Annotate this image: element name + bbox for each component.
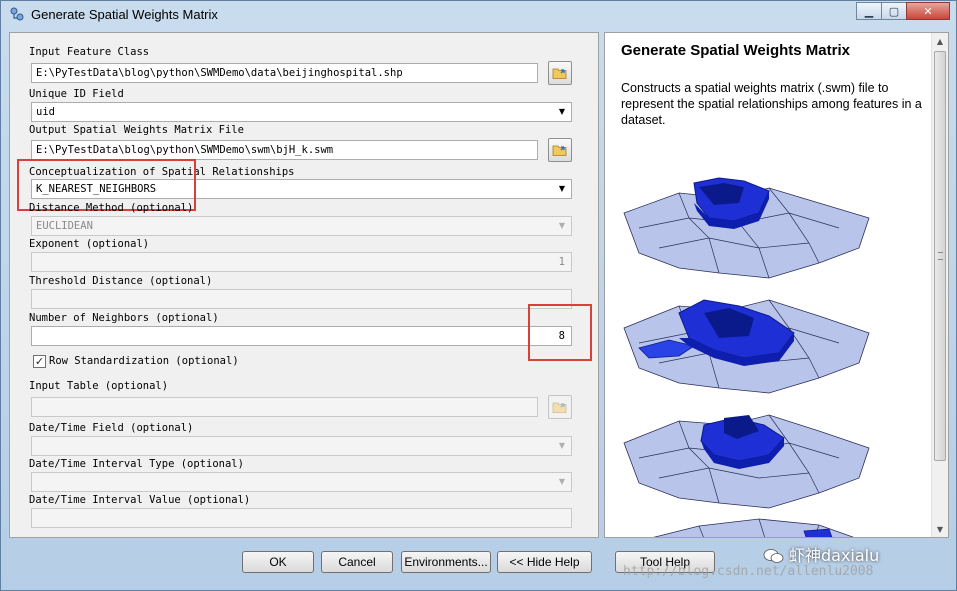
chevron-down-icon: ▼ <box>558 441 566 450</box>
maximize-button[interactable]: ▢ <box>881 2 907 20</box>
scrollbar-thumb[interactable] <box>934 51 946 461</box>
date-time-field-label: Date/Time Field (optional) <box>29 422 194 434</box>
parameters-pane: Input Feature Class E:\PyTestData\blog\p… <box>9 32 599 538</box>
spatial-weights-illustration-4 <box>653 518 854 537</box>
chevron-down-icon: ▼ <box>558 221 566 230</box>
output-file-field[interactable]: E:\PyTestData\blog\python\SWMDemo\swm\bj… <box>31 140 538 160</box>
spatial-weights-illustration-2 <box>623 299 870 394</box>
watermark-url: http://blog.csdn.net/allenlu2008 <box>623 564 874 579</box>
geoprocessing-tool-icon <box>10 7 24 21</box>
number-of-neighbors-field[interactable]: 8 <box>31 326 572 346</box>
distance-method-select[interactable]: EUCLIDEAN ▼ <box>31 216 572 236</box>
exponent-label: Exponent (optional) <box>29 238 150 250</box>
unique-id-field-label: Unique ID Field <box>29 88 124 100</box>
output-file-browse-button[interactable] <box>548 138 572 162</box>
scroll-down-arrow-icon[interactable]: ▼ <box>932 521 948 537</box>
input-feature-class-browse-button[interactable] <box>548 61 572 85</box>
environments-button[interactable]: Environments... <box>401 551 491 573</box>
watermark-brand: 虾神daxialu <box>763 542 879 566</box>
watermark-text: 虾神daxialu <box>789 546 880 565</box>
date-time-interval-value-field[interactable] <box>31 508 572 528</box>
open-folder-icon <box>552 402 567 413</box>
highlight-box-neighbors <box>528 304 592 361</box>
help-pane: Generate Spatial Weights Matrix Construc… <box>604 32 949 538</box>
input-table-browse-button[interactable] <box>548 395 572 419</box>
date-time-interval-type-label: Date/Time Interval Type (optional) <box>29 458 244 470</box>
date-time-field-select[interactable]: ▼ <box>31 436 572 456</box>
maximize-icon: ▢ <box>888 4 900 18</box>
dialog-window: Generate Spatial Weights Matrix ▁ ▢ ✕ In… <box>0 0 957 591</box>
row-standardization-checkbox[interactable]: ✓ <box>33 355 46 368</box>
input-table-label: Input Table (optional) <box>29 380 169 392</box>
close-icon: ✕ <box>923 4 933 18</box>
minimize-icon: ▁ <box>864 4 874 18</box>
output-file-label: Output Spatial Weights Matrix File <box>29 124 244 136</box>
open-folder-icon <box>552 145 567 156</box>
date-time-interval-value-label: Date/Time Interval Value (optional) <box>29 494 251 506</box>
exponent-field[interactable]: 1 <box>31 252 572 272</box>
scroll-up-arrow-icon[interactable]: ▲ <box>932 33 948 49</box>
threshold-distance-label: Threshold Distance (optional) <box>29 275 213 287</box>
row-standardization-label: Row Standardization (optional) <box>49 355 239 367</box>
unique-id-field-select[interactable]: uid ▼ <box>31 102 572 122</box>
unique-id-field-value: uid <box>36 106 55 118</box>
input-feature-class-label: Input Feature Class <box>29 46 150 58</box>
minimize-button[interactable]: ▁ <box>856 2 882 20</box>
title-bar[interactable]: Generate Spatial Weights Matrix ▁ ▢ ✕ <box>1 1 956 27</box>
spatial-weights-illustration-1 <box>623 177 870 279</box>
spatial-weights-illustration-3 <box>623 414 870 509</box>
chevron-down-icon: ▼ <box>558 184 566 193</box>
chevron-down-icon: ▼ <box>558 107 566 116</box>
help-scrollbar[interactable]: ▲ ▼ <box>931 33 948 537</box>
chevron-down-icon: ▼ <box>558 477 566 486</box>
close-button[interactable]: ✕ <box>906 2 950 20</box>
help-description: Constructs a spatial weights matrix (.sw… <box>621 81 922 127</box>
wechat-icon <box>763 549 784 563</box>
checkmark-icon: ✓ <box>34 355 45 368</box>
help-title: Generate Spatial Weights Matrix <box>621 42 850 59</box>
number-of-neighbors-label: Number of Neighbors (optional) <box>29 312 219 324</box>
distance-method-value: EUCLIDEAN <box>36 220 93 232</box>
ok-button[interactable]: OK <box>242 551 314 573</box>
window-title: Generate Spatial Weights Matrix <box>31 7 218 22</box>
threshold-distance-field[interactable] <box>31 289 572 309</box>
hide-help-button[interactable]: << Hide Help <box>497 551 592 573</box>
distance-method-label: Distance Method (optional) <box>29 202 194 214</box>
date-time-interval-type-select[interactable]: ▼ <box>31 472 572 492</box>
open-folder-icon <box>552 68 567 79</box>
input-table-field[interactable] <box>31 397 538 417</box>
cancel-button[interactable]: Cancel <box>321 551 393 573</box>
input-feature-class-field[interactable]: E:\PyTestData\blog\python\SWMDemo\data\b… <box>31 63 538 83</box>
